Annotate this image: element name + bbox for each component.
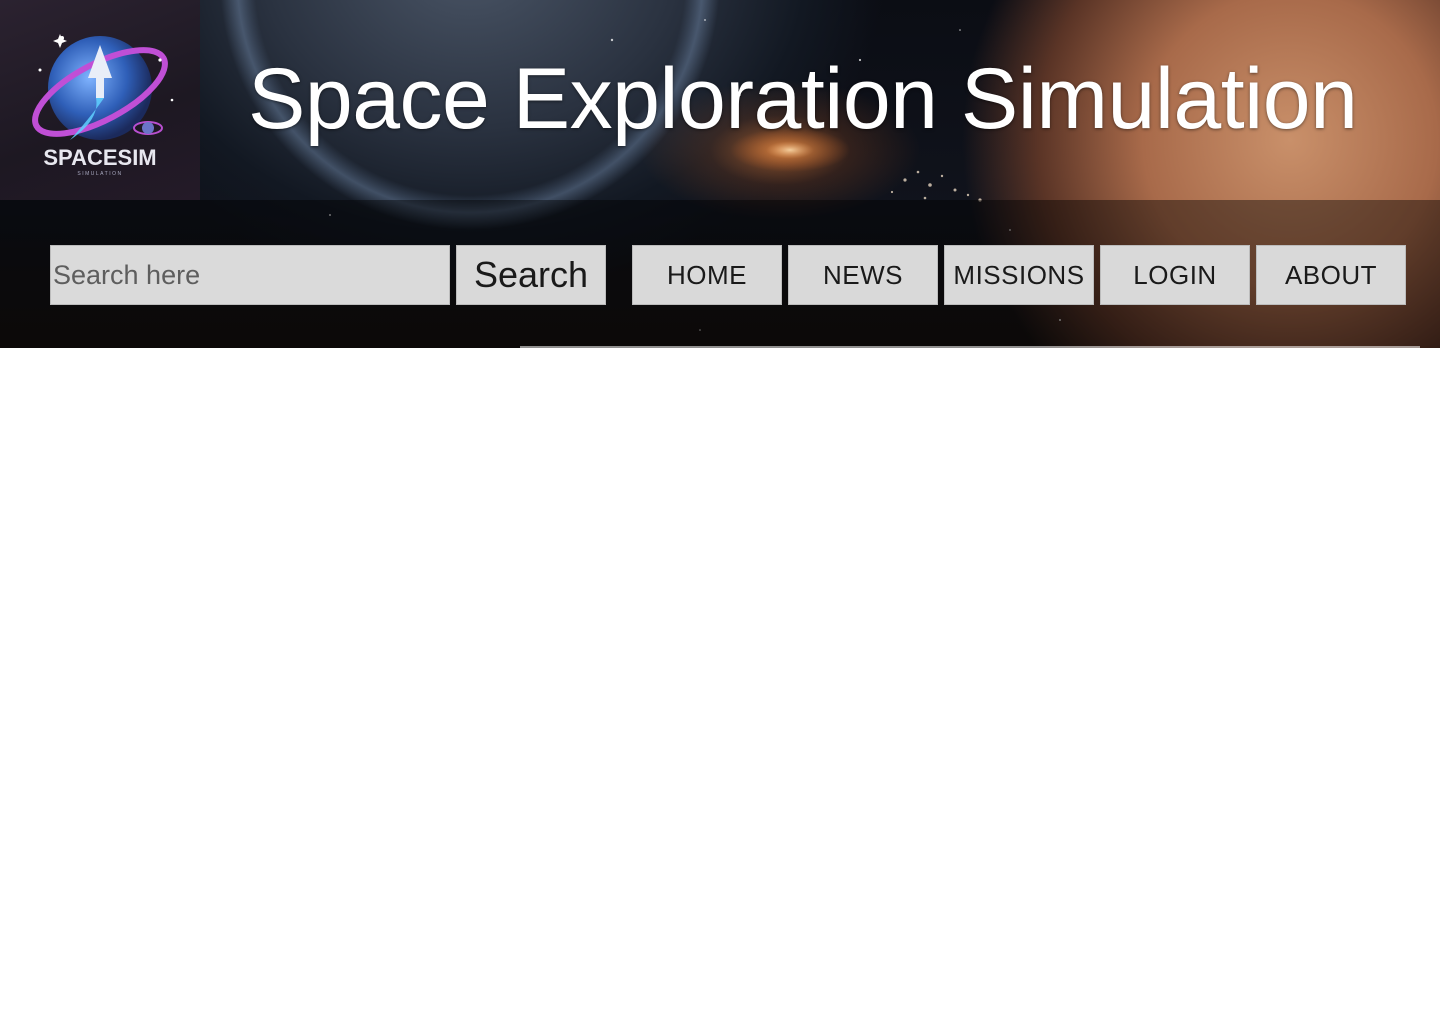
logo[interactable]: SPACESIM SIMULATION xyxy=(0,0,200,200)
search-button[interactable]: Search xyxy=(456,245,606,305)
nav-news-button[interactable]: NEWS xyxy=(788,245,938,305)
search-input[interactable] xyxy=(50,245,450,305)
nav-about-button[interactable]: ABOUT xyxy=(1256,245,1406,305)
nav-login-button[interactable]: LOGIN xyxy=(1100,245,1250,305)
header-divider xyxy=(520,346,1420,348)
nav-home-button[interactable]: HOME xyxy=(632,245,782,305)
rocket-planet-logo-icon: SPACESIM SIMULATION xyxy=(32,34,174,177)
logo-subtext: SIMULATION xyxy=(77,171,122,177)
page-title: Space Exploration Simulation xyxy=(248,51,1358,147)
logo-wordmark: SPACESIM xyxy=(43,145,156,170)
nav-missions-button[interactable]: MISSIONS xyxy=(944,245,1094,305)
site-header: SPACESIM SIMULATION Space Exploration Si… xyxy=(0,0,1440,348)
